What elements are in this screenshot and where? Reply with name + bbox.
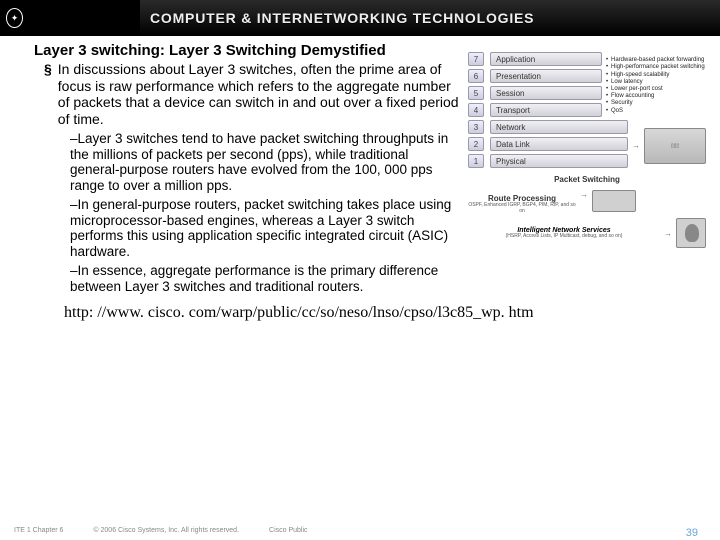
head-gear-icon: [676, 218, 706, 248]
layer-label: Application: [490, 52, 602, 66]
sub-bullet-3: –In essence, aggregate performance is th…: [34, 263, 460, 294]
route-processing-block: Route Processing OSPF, Enhanced IGRP, BG…: [468, 190, 576, 214]
ins-row: Intelligent Network Services (HSRP, Acce…: [468, 218, 706, 248]
feature-item: High-speed scalability: [606, 72, 706, 79]
layer-num: 3: [468, 120, 484, 134]
ins-sub: (HSRP, Access Lists, IP Multicast, debug…: [468, 234, 660, 240]
sub-bullet-1: –Layer 3 switches tend to have packet sw…: [34, 131, 460, 193]
footer-copyright: © 2006 Cisco Systems, Inc. All rights re…: [93, 527, 239, 534]
packet-switching-caption: Packet Switching: [468, 175, 706, 184]
layer-label: Session: [490, 86, 602, 100]
footer-classification: Cisco Public: [269, 527, 308, 534]
layer-num: 4: [468, 103, 484, 117]
osi-lower: 3 Network 2 Data Link 1 Physical: [468, 120, 628, 171]
rp-sub: OSPF, Enhanced IGRP, BGP4, PIM, RIP, and…: [468, 203, 576, 214]
sub-bullet-2: –In general-purpose routers, packet swit…: [34, 197, 460, 259]
arrow-icon: →: [664, 229, 672, 238]
logo-text: College of DuPage: [27, 0, 140, 36]
feature-list: Hardware-based packet forwarding High-pe…: [606, 57, 706, 115]
layer-num: 7: [468, 52, 484, 66]
router-device-icon: [592, 190, 636, 212]
layer-num: 2: [468, 137, 484, 151]
feature-item: Security: [606, 100, 706, 107]
footer: ITE 1 Chapter 6 © 2006 Cisco Systems, In…: [14, 527, 706, 534]
feature-item: High-performance packet switching: [606, 64, 706, 71]
layer-num: 5: [468, 86, 484, 100]
bullet-marker: §: [44, 61, 52, 127]
feature-item: Low latency: [606, 79, 706, 86]
layer-num: 1: [468, 154, 484, 168]
feature-item: Lower per-port cost: [606, 86, 706, 93]
layer-label: Network: [490, 120, 628, 134]
layer-label: Data Link: [490, 137, 628, 151]
layer-num: 6: [468, 69, 484, 83]
switch-device-icon: ▯▯▯: [644, 128, 706, 164]
osi-diagram: 7 Application 6 Presentation 5 Session 4 Tra…: [468, 52, 706, 248]
figure: 7 Application 6 Presentation 5 Session 4 Tra…: [468, 52, 706, 294]
bullet-text: In discussions about Layer 3 switches, o…: [58, 61, 460, 127]
slide-title: Layer 3 switching: Layer 3 Switching Dem…: [34, 42, 460, 59]
feature-item: Hardware-based packet forwarding: [606, 57, 706, 64]
route-processing-row: Route Processing OSPF, Enhanced IGRP, BG…: [468, 190, 706, 214]
osi-stack: 7 Application 6 Presentation 5 Session 4 Tra…: [468, 52, 602, 120]
arrow-icon: →: [580, 190, 588, 199]
page-number: 39: [686, 527, 698, 539]
text-column: Layer 3 switching: Layer 3 Switching Dem…: [34, 42, 460, 294]
globe-icon: ✦: [6, 8, 23, 28]
arrow-icon: →: [632, 141, 640, 150]
diagram-top: 7 Application 6 Presentation 5 Session 4 Tra…: [468, 52, 706, 120]
diagram-bottom: 3 Network 2 Data Link 1 Physical → ▯▯▯: [468, 120, 706, 171]
feature-item: Flow accounting: [606, 93, 706, 100]
footer-chapter: ITE 1 Chapter 6: [14, 527, 63, 534]
source-url: http: //www. cisco. com/warp/public/cc/s…: [64, 304, 720, 322]
banner-title: COMPUTER & INTERNETWORKING TECHNOLOGIES: [140, 0, 720, 36]
header-bar: ✦ College of DuPage COMPUTER & INTERNETW…: [0, 0, 720, 36]
feature-item: QoS: [606, 108, 706, 115]
layer-label: Transport: [490, 103, 602, 117]
main-content: Layer 3 switching: Layer 3 Switching Dem…: [0, 36, 720, 294]
layer-label: Physical: [490, 154, 628, 168]
main-bullet: § In discussions about Layer 3 switches,…: [34, 61, 460, 127]
layer-label: Presentation: [490, 69, 602, 83]
college-logo: ✦ College of DuPage: [0, 0, 140, 36]
